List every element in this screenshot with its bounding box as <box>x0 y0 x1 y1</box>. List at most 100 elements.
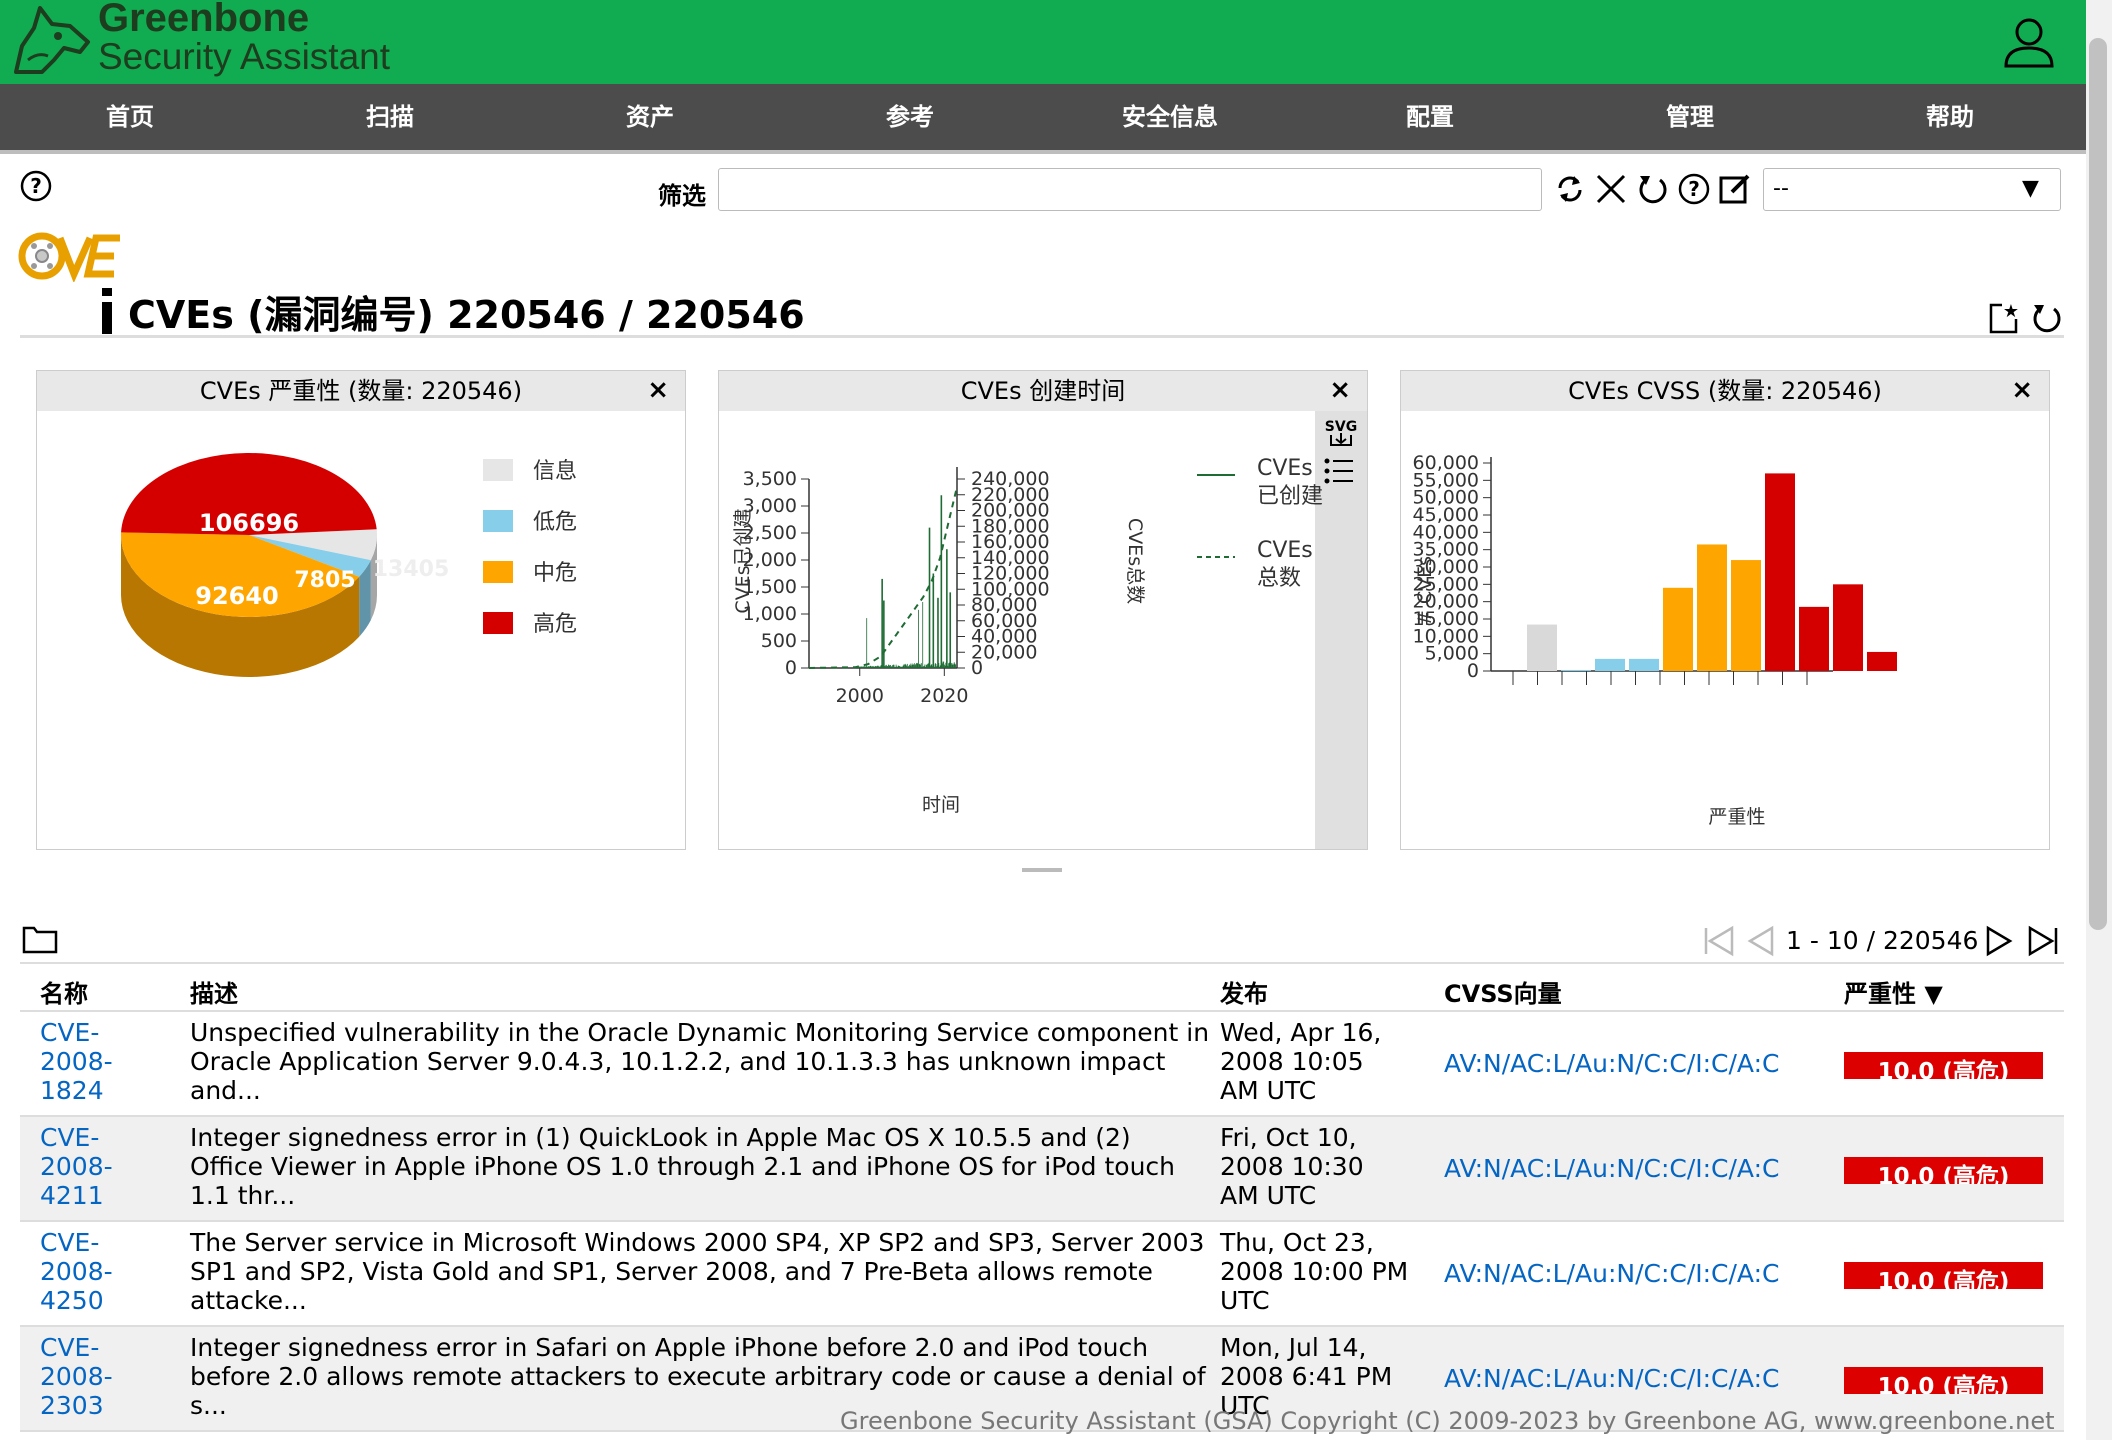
legend-high: 高危 <box>533 612 577 637</box>
cve-id-part[interactable]: 1824 <box>40 1076 113 1105</box>
cvss-bar-chart: 05,00010,00015,00020,00025,00030,00035,0… <box>1413 452 1897 828</box>
date-line: 2008 10:05 <box>1220 1047 1364 1076</box>
cve-id-part[interactable]: CVE- <box>40 1333 113 1362</box>
filter-help-icon[interactable]: ? <box>1677 172 1711 206</box>
date-line: Wed, Apr 16, <box>1220 1018 1382 1047</box>
cvss-panel: CVEs CVSS (数量: 220546) × 0 5,000 10,000 15,… <box>1400 370 2050 850</box>
cvss-vector-link[interactable]: AV:N/AC:L/Au:N/C:C/I:C/A:C <box>1444 1154 1779 1183</box>
cvss-bar <box>1595 658 1625 671</box>
cve-id-part[interactable]: 4211 <box>40 1181 113 1210</box>
x-tick-label: 2020 <box>920 685 968 707</box>
reload-icon[interactable] <box>1636 172 1670 206</box>
description-line: SP1 and SP2, Vista Gold and SP1, Server … <box>190 1257 1153 1286</box>
previous-page-icon[interactable] <box>1744 924 1776 958</box>
cvss-bar <box>1629 658 1659 671</box>
description-line: attacke... <box>190 1286 307 1315</box>
created-line-chart: 05001,0001,5002,0002,5003,0003,500020,00… <box>732 419 1357 816</box>
close-icon[interactable]: × <box>2011 375 2033 405</box>
severity-panel: CVEs 严重性 (数量: 220546) × 106696 92640 780… <box>36 370 686 850</box>
nav-resilience[interactable]: 参考 <box>780 84 1040 150</box>
next-page-icon[interactable] <box>1984 924 2016 958</box>
filter-label: 筛选 <box>658 182 706 210</box>
column-severity[interactable]: 严重性 ▼ <box>1844 974 1943 1009</box>
first-page-icon[interactable] <box>1702 924 1736 958</box>
last-page-icon[interactable] <box>2026 924 2060 958</box>
folder-icon[interactable] <box>22 924 58 954</box>
date-line: UTC <box>1220 1286 1270 1315</box>
date-line: AM UTC <box>1220 1076 1317 1105</box>
top-bar: Greenbone Security Assistant <box>0 0 2086 84</box>
cve-id-part[interactable]: 2008- <box>40 1362 113 1391</box>
panel-title[interactable]: CVEs CVSS (数量: 220546) <box>1401 371 2049 411</box>
column-cvss-vector[interactable]: CVSS向量 <box>1444 974 1562 1009</box>
brand-subtitle: Security Assistant <box>98 36 391 77</box>
pie-label-medium: 92640 <box>195 582 279 610</box>
legend-swatch-low <box>483 510 513 532</box>
column-name[interactable]: 名称 <box>40 974 88 1009</box>
legend-toggle-icon[interactable] <box>1324 458 1354 484</box>
y-tick-label-left: 3,500 <box>743 468 797 490</box>
y-tick-label: 60,000 <box>1413 452 1479 474</box>
cvss-vector-link[interactable]: AV:N/AC:L/Au:N/C:C/I:C/A:C <box>1444 1364 1779 1393</box>
reset-filter-icon[interactable] <box>1594 172 1628 206</box>
pie-label-low: 7805 <box>294 568 355 593</box>
cve-link[interactable]: CVE- 2008- 2303 <box>40 1333 113 1420</box>
nav-dashboard[interactable]: 首页 <box>0 84 260 150</box>
close-icon[interactable]: × <box>1329 375 1351 405</box>
cve-id-part[interactable]: CVE- <box>40 1228 113 1257</box>
nav-configuration[interactable]: 配置 <box>1300 84 1560 150</box>
nav-secinfo[interactable]: 安全信息 <box>1040 84 1300 150</box>
nav-administration[interactable]: 管理 <box>1560 84 1820 150</box>
x-tick-label: 2000 <box>836 685 884 707</box>
user-icon[interactable] <box>2002 16 2056 70</box>
edit-filter-icon[interactable] <box>1718 172 1752 206</box>
cve-link[interactable]: CVE- 2008- 1824 <box>40 1018 113 1105</box>
refresh-filter-icon[interactable] <box>1554 172 1586 206</box>
cve-id-part[interactable]: 4250 <box>40 1286 113 1315</box>
cve-id-part[interactable]: 2008- <box>40 1257 113 1286</box>
column-published[interactable]: 发布 <box>1220 974 1268 1009</box>
cvss-bar <box>1867 651 1897 671</box>
date-line: Thu, Oct 23, <box>1220 1228 1374 1257</box>
published-date: Thu, Oct 23, 2008 10:00 PM UTC <box>1220 1228 1408 1315</box>
nav-scans[interactable]: 扫描 <box>260 84 520 150</box>
total-series-line <box>808 486 958 669</box>
filter-input[interactable] <box>718 168 1542 211</box>
created-spikes <box>855 495 957 668</box>
description-line: before 2.0 allows remote attackers to ex… <box>190 1362 1206 1391</box>
cve-id-part[interactable]: CVE- <box>40 1123 113 1152</box>
greenbone-logo[interactable] <box>8 2 92 82</box>
cve-id-part[interactable]: 2303 <box>40 1391 113 1420</box>
close-icon[interactable]: × <box>647 375 669 405</box>
cve-id-part[interactable]: 2008- <box>40 1152 113 1181</box>
table-header: 名称 描述 发布 CVSS向量 严重性 ▼ <box>20 962 2064 1012</box>
description-line: Integer signedness error in Safari on Ap… <box>190 1333 1149 1362</box>
cve-id-part[interactable]: CVE- <box>40 1018 113 1047</box>
filter-select[interactable] <box>1763 168 2061 211</box>
scrollbar-thumb[interactable] <box>2089 38 2107 930</box>
severity-badge: 10.0 (高危) <box>1844 1262 2043 1289</box>
reset-dashboard-icon[interactable] <box>2030 301 2064 335</box>
title-separator <box>20 335 2064 338</box>
panel-title[interactable]: CVEs 严重性 (数量: 220546) <box>37 371 685 411</box>
resize-handle[interactable] <box>1022 868 1062 872</box>
cve-id-part[interactable]: 2008- <box>40 1047 113 1076</box>
column-description[interactable]: 描述 <box>190 974 238 1009</box>
cve-link[interactable]: CVE- 2008- 4211 <box>40 1123 113 1210</box>
table-row: CVE- 2008- 4250 The Server service in Mi… <box>20 1222 2064 1327</box>
cve-description: The Server service in Microsoft Windows … <box>190 1228 1204 1315</box>
cvss-bars <box>1527 473 1897 671</box>
cvss-vector-link[interactable]: AV:N/AC:L/Au:N/C:C/I:C/A:C <box>1444 1049 1779 1078</box>
help-icon[interactable]: ? <box>19 169 53 203</box>
cve-link[interactable]: CVE- 2008- 4250 <box>40 1228 113 1315</box>
cvss-vector-link[interactable]: AV:N/AC:L/Au:N/C:C/I:C/A:C <box>1444 1259 1779 1288</box>
svg-download-label[interactable]: SVG <box>1325 419 1357 435</box>
nav-assets[interactable]: 资产 <box>520 84 780 150</box>
new-dashboard-icon[interactable]: ★ <box>1988 301 2020 335</box>
page-title: CVEs (漏洞编号) 220546 / 220546 <box>128 293 805 337</box>
cvss-bar <box>1799 606 1829 671</box>
date-line: Fri, Oct 10, <box>1220 1123 1357 1152</box>
y-tick-label-left: 0 <box>785 657 797 679</box>
nav-help[interactable]: 帮助 <box>1820 84 2080 150</box>
panel-title[interactable]: CVEs 创建时间 <box>719 371 1367 411</box>
